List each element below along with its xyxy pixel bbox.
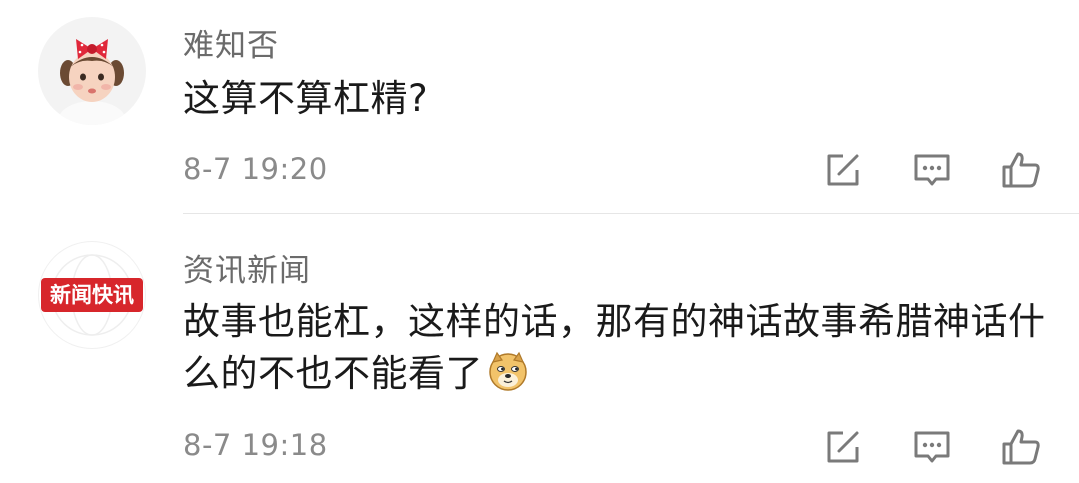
comment-actions: [776, 148, 1043, 192]
share-button[interactable]: [821, 425, 865, 469]
like-icon: [1002, 429, 1040, 465]
share-button[interactable]: [821, 148, 865, 192]
news-logo-text: 新闻快讯: [50, 283, 134, 307]
share-icon: [827, 154, 859, 186]
reply-icon: [914, 431, 950, 463]
comment-item: 难知否 这算不算杠精? 8-7 19:20: [0, 0, 1079, 214]
avatar[interactable]: [38, 17, 146, 125]
reply-button[interactable]: [910, 148, 954, 192]
comment-text: 故事也能杠，这样的话，那有的神话故事希腊神话什么的不也不能看了: [183, 296, 1063, 400]
comment-text-body: 故事也能杠，这样的话，那有的神话故事希腊神话什么的不也不能看了: [183, 300, 1046, 395]
comment-timestamp: 8-7 19:20: [183, 152, 328, 186]
like-icon: [1002, 152, 1040, 188]
reply-button[interactable]: [910, 425, 954, 469]
comment-username[interactable]: 难知否: [183, 20, 279, 65]
comment-username[interactable]: 资讯新闻: [183, 245, 311, 290]
comment-text: 这算不算杠精?: [183, 77, 429, 120]
like-button[interactable]: [999, 148, 1043, 192]
reply-icon: [914, 154, 950, 186]
comment-actions: [776, 425, 1043, 469]
avatar[interactable]: 新闻快讯: [38, 241, 146, 349]
comment-item: 新闻快讯 资讯新闻 故事也能杠，这样的话，那有的神话故事希腊神话什么的不也不能看…: [0, 214, 1079, 483]
comment-timestamp: 8-7 19:18: [183, 428, 328, 462]
share-icon: [827, 431, 859, 463]
doge-emoji-icon: [489, 351, 527, 391]
news-logo-avatar-icon: 新闻快讯: [40, 243, 144, 347]
baby-girl-avatar-icon: [38, 17, 146, 125]
like-button[interactable]: [999, 425, 1043, 469]
